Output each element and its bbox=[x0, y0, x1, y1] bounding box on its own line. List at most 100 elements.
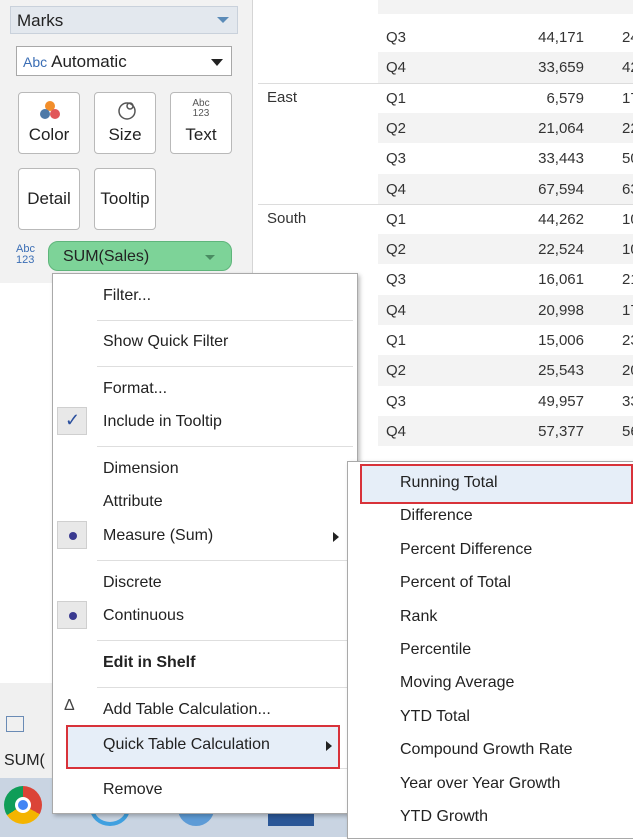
partial-value-cell: 20 bbox=[622, 362, 633, 380]
checkmark-icon: ✓ bbox=[65, 410, 81, 430]
menu-separator bbox=[97, 560, 353, 561]
quarter-cell: Q2 bbox=[386, 362, 407, 380]
menu-separator bbox=[97, 446, 353, 447]
submenu-item-percentile[interactable]: Percentile bbox=[400, 641, 471, 659]
chevron-down-icon[interactable] bbox=[217, 17, 229, 23]
sales-value-cell: 44,262 bbox=[538, 210, 584, 228]
detail-label: Detail bbox=[27, 189, 71, 208]
quarter-cell: Q4 bbox=[386, 422, 407, 440]
menu-item-attribute[interactable]: Attribute bbox=[103, 493, 163, 511]
size-button[interactable]: Size bbox=[94, 92, 156, 154]
region-label: East bbox=[267, 88, 298, 106]
text-button[interactable]: Abc 123 Text bbox=[170, 92, 232, 154]
color-label: Color bbox=[28, 125, 70, 144]
row-divider bbox=[258, 82, 633, 84]
mark-type-value: Automatic bbox=[51, 52, 127, 71]
partial-value-cell: 63 bbox=[622, 180, 633, 198]
sales-value-cell: 57,377 bbox=[538, 422, 584, 440]
quarter-cell: Q4 bbox=[386, 301, 407, 319]
sum-pill-stub[interactable]: SUM( bbox=[4, 752, 45, 770]
menu-item-continuous[interactable]: Continuous bbox=[103, 607, 184, 625]
submenu-item-rank[interactable]: Rank bbox=[400, 608, 437, 626]
chevron-down-icon[interactable] bbox=[205, 255, 215, 260]
menu-item-format[interactable]: Format... bbox=[103, 380, 167, 398]
quarter-cell: Q1 bbox=[386, 210, 407, 228]
menu-separator bbox=[97, 640, 353, 641]
pill-label: SUM(Sales) bbox=[63, 248, 150, 265]
tooltip-button[interactable]: Tooltip bbox=[94, 168, 156, 230]
sum-sales-pill[interactable]: SUM(Sales) bbox=[48, 241, 232, 271]
partial-value-cell: 17 bbox=[622, 301, 633, 319]
quarter-cell: Q4 bbox=[386, 180, 407, 198]
partial-value-cell: 50 bbox=[622, 150, 633, 168]
region-label: South bbox=[267, 209, 307, 227]
size-icon bbox=[118, 102, 136, 120]
partial-value-cell: 10 bbox=[622, 210, 633, 228]
radio-dot-icon bbox=[69, 612, 77, 620]
chart-icon[interactable] bbox=[6, 716, 24, 732]
delta-icon: Δ bbox=[64, 697, 75, 714]
menu-item-remove[interactable]: Remove bbox=[103, 781, 163, 799]
partial-value-cell: 42 bbox=[622, 59, 633, 77]
continuous-radio-box bbox=[57, 601, 87, 629]
quarter-cell: Q3 bbox=[386, 29, 407, 46]
sales-value-cell: 6,579 bbox=[546, 89, 584, 107]
partial-value-cell: 33 bbox=[622, 392, 633, 410]
mark-type-dropdown[interactable]: Abc Automatic bbox=[16, 46, 232, 76]
quarter-cell: Q1 bbox=[386, 332, 407, 349]
measure-radio-box bbox=[57, 521, 87, 549]
tooltip-label: Tooltip bbox=[100, 189, 150, 208]
submenu-item-year-over-year-growth[interactable]: Year over Year Growth bbox=[400, 775, 560, 793]
submenu-item-moving-average[interactable]: Moving Average bbox=[400, 674, 514, 692]
menu-item-filter[interactable]: Filter... bbox=[103, 287, 151, 305]
menu-item-show-quick-filter[interactable]: Show Quick Filter bbox=[103, 333, 228, 351]
sales-value-cell: 22,524 bbox=[538, 241, 584, 259]
submenu-arrow-icon bbox=[333, 532, 339, 542]
quarter-cell: Q4 bbox=[386, 59, 407, 77]
color-button[interactable]: Color bbox=[18, 92, 80, 154]
submenu-item-percent-of-total[interactable]: Percent of Total bbox=[400, 574, 511, 592]
text-icon: Abc 123 bbox=[192, 98, 210, 119]
submenu-item-running-total[interactable]: Running Total bbox=[400, 474, 498, 492]
menu-item-edit-in-shelf[interactable]: Edit in Shelf bbox=[103, 654, 195, 672]
text-label: Text bbox=[185, 125, 217, 144]
menu-item-measure-sum[interactable]: Measure (Sum) bbox=[103, 527, 213, 545]
marks-card-header[interactable]: Marks bbox=[10, 6, 238, 34]
size-label: Size bbox=[108, 125, 142, 144]
sales-value-cell: 44,171 bbox=[538, 29, 584, 46]
submenu-item-difference[interactable]: Difference bbox=[400, 507, 473, 525]
menu-item-discrete[interactable]: Discrete bbox=[103, 574, 162, 592]
menu-item-dimension[interactable]: Dimension bbox=[103, 460, 179, 478]
submenu-arrow-icon bbox=[326, 741, 332, 751]
row-divider bbox=[258, 203, 633, 205]
menu-item-add-table-calculation[interactable]: Add Table Calculation... bbox=[103, 701, 271, 719]
quick-table-calc-label: Quick Table Calculation bbox=[103, 736, 270, 753]
partial-value-cell: 24 bbox=[622, 29, 633, 46]
radio-dot-icon bbox=[69, 532, 77, 540]
table-row bbox=[378, 0, 633, 14]
menu-separator bbox=[97, 320, 353, 321]
text-mark-icon: Abc 123 bbox=[16, 243, 35, 266]
partial-value-cell: 22 bbox=[622, 119, 633, 137]
submenu-item-ytd-growth[interactable]: YTD Growth bbox=[400, 808, 488, 826]
menu-item-include-in-tooltip[interactable]: Include in Tooltip bbox=[103, 413, 222, 431]
detail-button[interactable]: Detail bbox=[18, 168, 80, 230]
sales-value-cell: 16,061 bbox=[538, 271, 584, 289]
quarter-cell: Q3 bbox=[386, 271, 407, 289]
submenu-item-percent-difference[interactable]: Percent Difference bbox=[400, 541, 532, 559]
menu-separator bbox=[97, 366, 353, 367]
marks-header-label: Marks bbox=[17, 11, 64, 30]
quarter-cell: Q3 bbox=[386, 150, 407, 168]
partial-value-cell: 23 bbox=[622, 332, 633, 349]
submenu-item-ytd-total[interactable]: YTD Total bbox=[400, 708, 470, 726]
sales-value-cell: 67,594 bbox=[538, 180, 584, 198]
sales-value-cell: 33,443 bbox=[538, 150, 584, 168]
quarter-cell: Q2 bbox=[386, 241, 407, 259]
quarter-cell: Q3 bbox=[386, 392, 407, 410]
chrome-icon[interactable] bbox=[4, 786, 42, 824]
menu-item-quick-table-calculation[interactable]: Quick Table Calculation bbox=[66, 725, 340, 769]
sales-value-cell: 25,543 bbox=[538, 362, 584, 380]
partial-value-cell: 56 bbox=[622, 422, 633, 440]
submenu-item-compound-growth-rate[interactable]: Compound Growth Rate bbox=[400, 741, 573, 759]
quarter-cell: Q1 bbox=[386, 89, 407, 107]
